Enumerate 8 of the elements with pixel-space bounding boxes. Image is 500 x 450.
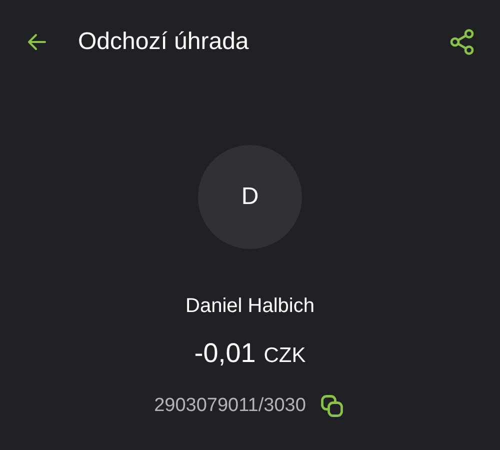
account-number: 2903079011/3030: [154, 394, 306, 418]
avatar: D: [198, 145, 302, 249]
screen-title: Odchozí úhrada: [78, 27, 249, 57]
amount: -0,01: [194, 337, 256, 370]
currency: CZK: [264, 343, 306, 369]
payee-name: Daniel Halbich: [186, 294, 314, 319]
copy-icon: [318, 392, 345, 419]
share-icon: [448, 28, 476, 56]
